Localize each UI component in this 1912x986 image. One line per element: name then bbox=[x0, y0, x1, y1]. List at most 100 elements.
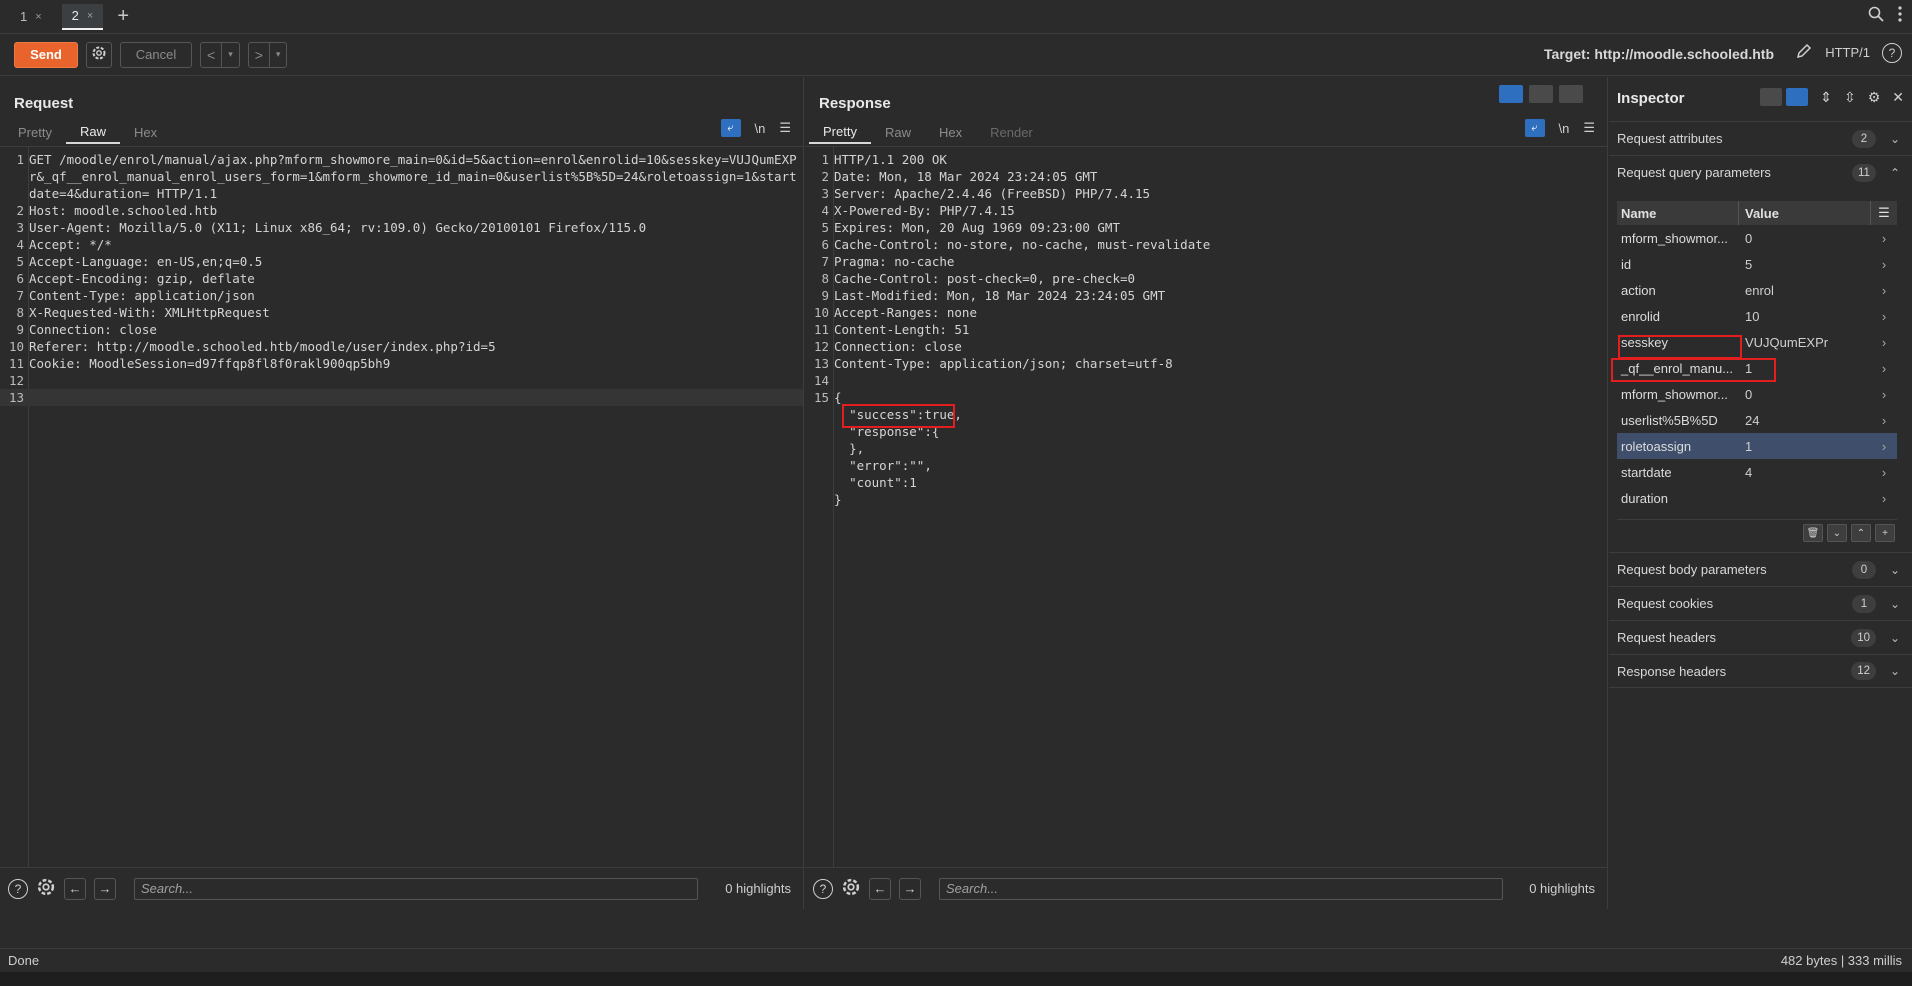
section-request-cookies[interactable]: Request cookies 1 ⌄ bbox=[1609, 586, 1912, 620]
tab-hex[interactable]: Hex bbox=[120, 120, 171, 144]
chevron-right-icon[interactable]: › bbox=[1871, 387, 1897, 402]
section-response-headers[interactable]: Response headers 12 ⌄ bbox=[1609, 654, 1912, 688]
help-icon[interactable]: ? bbox=[8, 878, 28, 899]
chevron-right-icon[interactable]: › bbox=[1871, 283, 1897, 298]
collapse-all-icon[interactable]: ⇳ bbox=[1844, 89, 1856, 106]
section-request-headers[interactable]: Request headers 10 ⌄ bbox=[1609, 620, 1912, 654]
section-request-attributes[interactable]: Request attributes 2 ⌄ bbox=[1609, 121, 1912, 155]
chevron-up-icon[interactable]: ⌃ bbox=[1851, 524, 1871, 542]
next-match-icon[interactable]: → bbox=[899, 877, 921, 900]
chevron-right-icon[interactable]: › bbox=[1871, 491, 1897, 506]
previous-match-icon[interactable]: ← bbox=[869, 877, 891, 900]
column-menu-icon[interactable]: ☰ bbox=[1871, 205, 1897, 221]
newline-toggle[interactable]: \n bbox=[1559, 121, 1570, 136]
param-value: enrol bbox=[1745, 282, 1774, 298]
request-editor[interactable]: 1 GET /moodle/enrol/manual/ajax.php?mform… bbox=[0, 146, 803, 867]
column-name[interactable]: Name bbox=[1617, 201, 1739, 225]
forward-arrow-icon[interactable]: > bbox=[249, 43, 269, 67]
help-icon[interactable]: ? bbox=[1882, 42, 1902, 63]
gear-icon[interactable] bbox=[841, 877, 861, 900]
word-wrap-icon[interactable]: ⤶ bbox=[720, 119, 741, 137]
layout-stacked-icon[interactable] bbox=[1529, 85, 1553, 103]
inspector-layout-right-icon[interactable] bbox=[1786, 88, 1809, 106]
table-row[interactable]: userlist%5B%5D 24 › bbox=[1617, 407, 1897, 433]
close-icon[interactable]: × bbox=[87, 10, 93, 22]
tab-hex[interactable]: Hex bbox=[925, 120, 976, 144]
cancel-button[interactable]: Cancel bbox=[120, 41, 192, 68]
chevron-down-icon[interactable]: ▾ bbox=[221, 42, 239, 67]
word-wrap-icon[interactable]: ⤶ bbox=[1524, 119, 1545, 137]
back-arrow-icon[interactable]: < bbox=[201, 43, 221, 67]
menu-icon[interactable]: ☰ bbox=[779, 120, 791, 136]
add-icon[interactable]: + bbox=[1875, 524, 1895, 542]
search-icon[interactable] bbox=[1868, 6, 1884, 25]
table-row[interactable]: startdate 4 › bbox=[1617, 459, 1897, 485]
response-editor[interactable]: 1 HTTP/1.1 200 OK 2 Date: Mon, 18 Mar 2024 … bbox=[805, 146, 1607, 867]
section-label: Request query parameters bbox=[1617, 165, 1771, 180]
column-value[interactable]: Value bbox=[1739, 201, 1871, 225]
add-tab-button[interactable]: + bbox=[117, 5, 129, 28]
pencil-icon[interactable] bbox=[1795, 42, 1813, 63]
chevron-down-icon[interactable]: ⌄ bbox=[1827, 524, 1847, 542]
chevron-right-icon[interactable]: › bbox=[1871, 335, 1897, 350]
line-number: 1 bbox=[16, 152, 24, 167]
line-number bbox=[805, 474, 834, 491]
table-row[interactable]: action enrol › bbox=[1617, 277, 1897, 303]
previous-match-icon[interactable]: ← bbox=[64, 877, 86, 900]
expand-all-icon[interactable]: ⇕ bbox=[1820, 89, 1832, 106]
close-icon[interactable]: × bbox=[35, 11, 41, 23]
search-input[interactable]: Search... bbox=[134, 877, 698, 900]
chevron-right-icon[interactable]: › bbox=[1871, 465, 1897, 480]
section-request-query-parameters[interactable]: Request query parameters 11 ⌃ bbox=[1609, 155, 1912, 189]
chevron-right-icon[interactable]: › bbox=[1871, 309, 1897, 324]
code-line: 4 Accept: */* bbox=[0, 236, 803, 253]
tab-pretty[interactable]: Pretty bbox=[809, 120, 871, 144]
next-match-icon[interactable]: → bbox=[94, 877, 116, 900]
layout-tabbed-icon[interactable] bbox=[1559, 85, 1583, 103]
gear-icon[interactable]: ⚙ bbox=[1868, 89, 1881, 106]
menu-icon[interactable]: ☰ bbox=[1583, 120, 1595, 136]
tab-render[interactable]: Render bbox=[976, 120, 1047, 144]
help-icon[interactable]: ? bbox=[813, 878, 833, 899]
param-value: 4 bbox=[1745, 464, 1753, 480]
code-line: 8 Cache-Control: post-check=0, pre-check=… bbox=[805, 270, 1607, 287]
line-text: Expires: Mon, 20 Aug 1969 09:23:00 GMT bbox=[834, 220, 1120, 235]
line-number: 11 bbox=[813, 322, 829, 337]
table-row[interactable]: roletoassign 1 › bbox=[1617, 433, 1897, 459]
table-row[interactable]: mform_showmor... 0 › bbox=[1617, 225, 1897, 251]
http-version-label[interactable]: HTTP/1 bbox=[1825, 45, 1870, 60]
gear-icon[interactable] bbox=[36, 877, 56, 900]
trash-icon[interactable]: 🗑 bbox=[1803, 524, 1823, 542]
inspector-layout-left-icon[interactable] bbox=[1760, 88, 1783, 106]
chevron-right-icon[interactable]: › bbox=[1871, 231, 1897, 246]
chevron-right-icon[interactable]: › bbox=[1871, 413, 1897, 428]
settings-button[interactable] bbox=[86, 41, 112, 68]
table-row[interactable]: enrolid 10 › bbox=[1617, 303, 1897, 329]
back-button-group[interactable]: < ▾ bbox=[200, 41, 240, 68]
section-request-body-parameters[interactable]: Request body parameters 0 ⌄ bbox=[1609, 552, 1912, 586]
chevron-right-icon[interactable]: › bbox=[1871, 361, 1897, 376]
section-label: Request body parameters bbox=[1617, 562, 1767, 577]
forward-button-group[interactable]: > ▾ bbox=[247, 41, 288, 68]
tab-raw[interactable]: Raw bbox=[65, 120, 120, 144]
tab-pretty[interactable]: Pretty bbox=[4, 120, 66, 144]
request-footer: ? ← → Search... 0 highlights bbox=[0, 867, 803, 909]
chevron-down-icon[interactable]: ▾ bbox=[268, 42, 287, 67]
request-code[interactable]: 1 GET /moodle/enrol/manual/ajax.php?mform… bbox=[0, 151, 803, 406]
send-button[interactable]: Send bbox=[14, 41, 78, 68]
tab-raw[interactable]: Raw bbox=[871, 120, 925, 144]
chevron-right-icon[interactable]: › bbox=[1871, 257, 1897, 272]
count-badge: 11 bbox=[1852, 163, 1876, 182]
table-row[interactable]: id 5 › bbox=[1617, 251, 1897, 277]
response-code[interactable]: 1 HTTP/1.1 200 OK 2 Date: Mon, 18 Mar 2024 … bbox=[805, 151, 1607, 508]
tab-1[interactable]: 1 × bbox=[10, 4, 52, 30]
table-row[interactable]: mform_showmor... 0 › bbox=[1617, 381, 1897, 407]
kebab-menu-icon[interactable] bbox=[1898, 6, 1902, 25]
chevron-right-icon[interactable]: › bbox=[1871, 439, 1897, 454]
newline-toggle[interactable]: \n bbox=[755, 121, 766, 136]
table-row[interactable]: duration › bbox=[1617, 485, 1897, 511]
close-icon[interactable]: ✕ bbox=[1892, 89, 1904, 106]
tab-2[interactable]: 2 × bbox=[61, 3, 104, 30]
search-input[interactable]: Search... bbox=[939, 877, 1503, 900]
layout-side-by-side-icon[interactable] bbox=[1499, 85, 1523, 103]
